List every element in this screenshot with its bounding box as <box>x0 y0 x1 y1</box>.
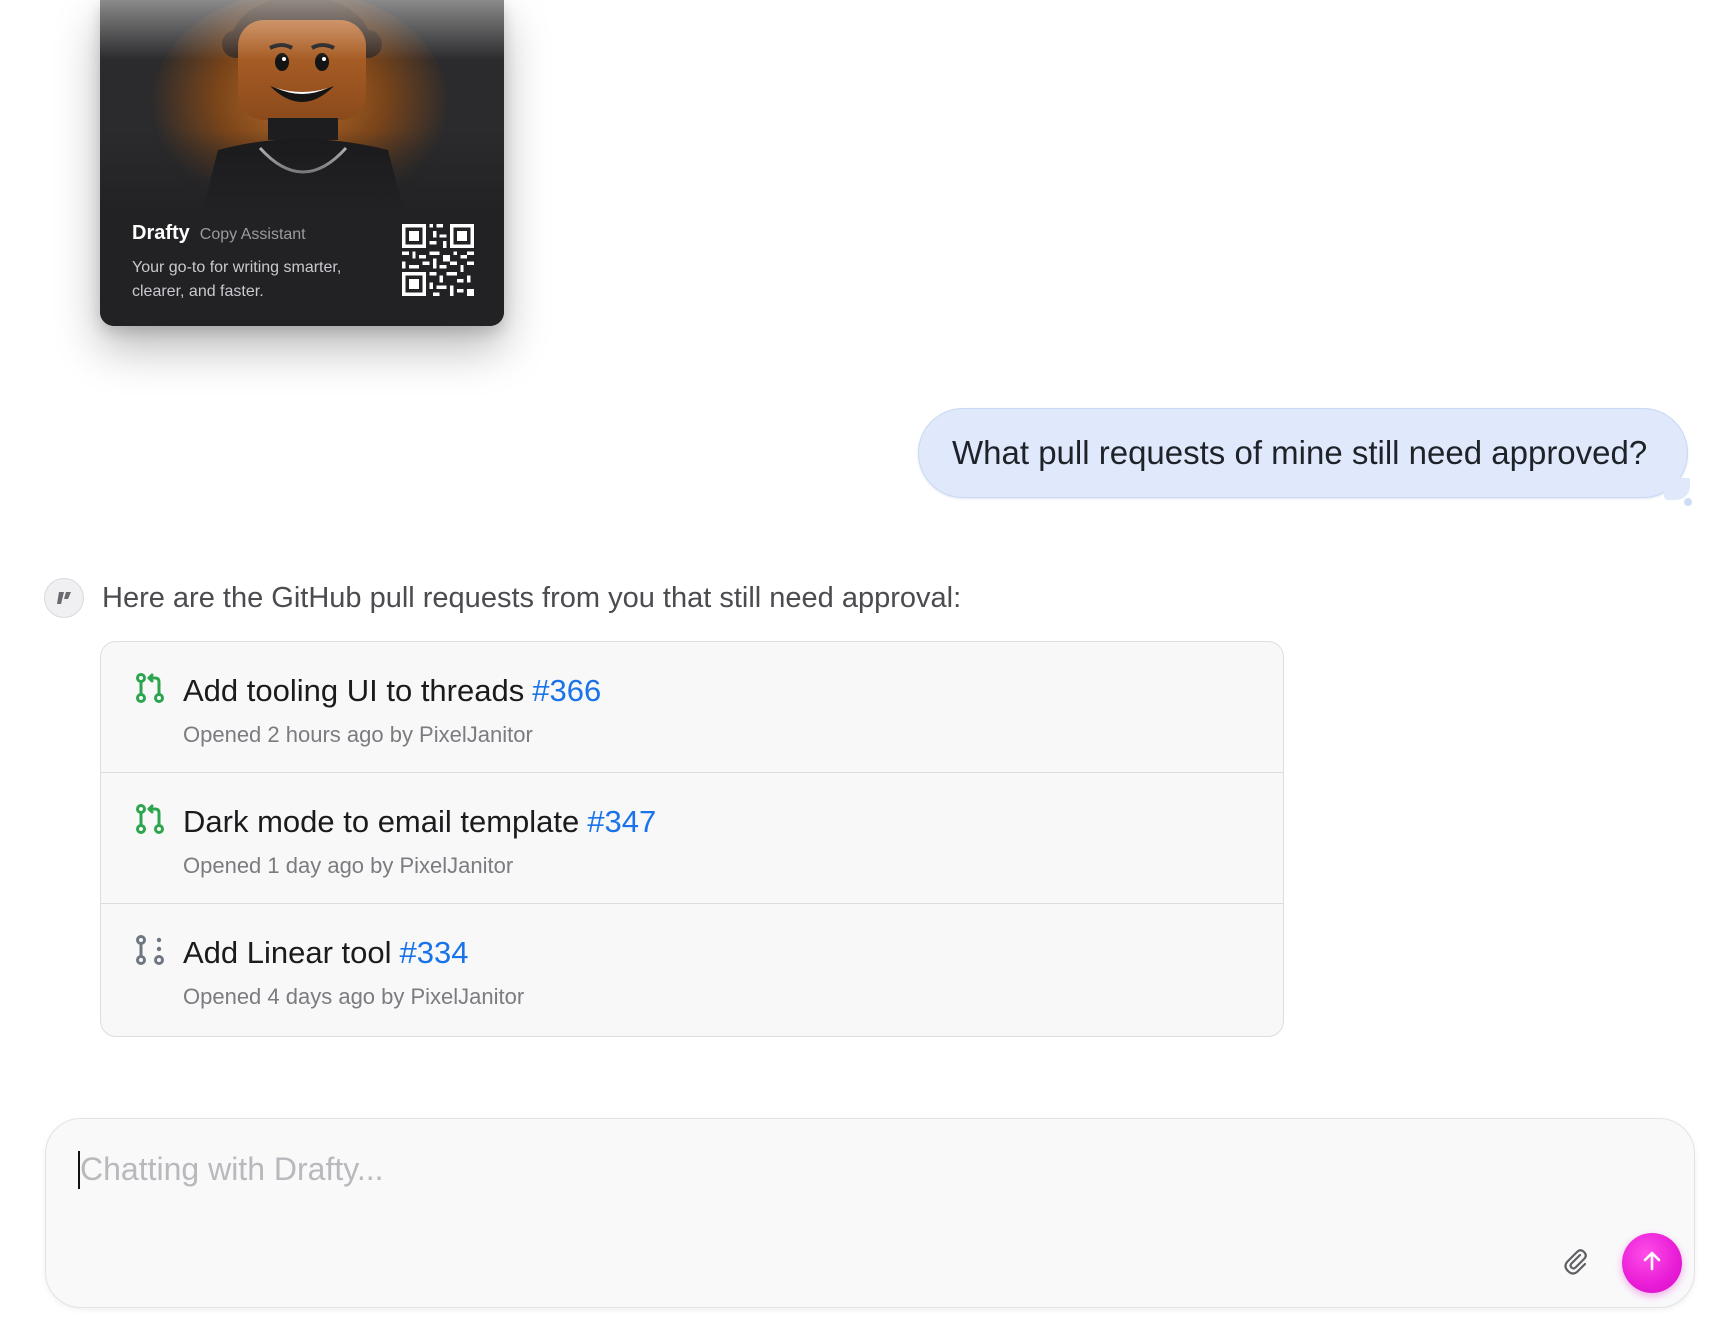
pull-request-number-link[interactable]: #366 <box>532 673 601 708</box>
pull-request-title[interactable]: Dark mode to email template <box>183 804 579 839</box>
message-input[interactable] <box>80 1143 1480 1195</box>
lego-minifigure-avatar <box>100 0 504 220</box>
bubble-tail <box>1664 478 1690 500</box>
agent-name: Drafty <box>132 222 190 244</box>
pull-request-title-row: Add Linear tool #334 <box>183 934 469 972</box>
pull-request-item[interactable]: Add Linear tool #334 Opened 4 days ago by… <box>101 904 1283 1036</box>
agent-description: Your go-to for writing smarter, clearer,… <box>132 259 342 300</box>
pull-request-number-link[interactable]: #347 <box>587 804 656 839</box>
pull-request-meta: Opened 2 hours ago by PixelJanitor <box>183 722 533 747</box>
arrow-up-icon <box>1639 1248 1665 1279</box>
message-composer[interactable] <box>45 1118 1695 1308</box>
agent-role: Copy Assistant <box>199 226 306 243</box>
pull-request-number-link[interactable]: #334 <box>400 935 469 970</box>
pull-request-meta: Opened 1 day ago by PixelJanitor <box>183 853 514 878</box>
drafty-logo-icon <box>44 578 84 618</box>
pull-request-item[interactable]: Dark mode to email template #347 Opened 1… <box>101 773 1283 904</box>
pull-request-title[interactable]: Add tooling UI to threads <box>183 673 524 708</box>
agent-name-row: Drafty Copy Assistant <box>132 222 306 245</box>
attach-button[interactable] <box>1558 1245 1594 1281</box>
pull-request-title-row: Dark mode to email template #347 <box>183 803 656 841</box>
pull-request-meta: Opened 4 days ago by PixelJanitor <box>183 984 525 1009</box>
pull-request-list: Add tooling UI to threads #366 Opened 2 h… <box>100 641 1284 1037</box>
user-message-text: What pull requests of mine still need ap… <box>952 434 1648 471</box>
paperclip-icon <box>1561 1246 1591 1281</box>
git-pull-request-draft-icon <box>135 934 165 966</box>
assistant-intro-text: Here are the GitHub pull requests from y… <box>102 582 962 614</box>
git-pull-request-icon <box>135 803 165 835</box>
pull-request-title[interactable]: Add Linear tool <box>183 935 392 970</box>
bubble-tail-dot <box>1684 498 1692 506</box>
send-button[interactable] <box>1622 1233 1682 1293</box>
agent-card[interactable]: Drafty Copy Assistant Your go-to for wri… <box>100 0 504 326</box>
user-message-bubble: What pull requests of mine still need ap… <box>918 408 1688 498</box>
chat-page: Drafty Copy Assistant Your go-to for wri… <box>0 0 1720 1320</box>
pull-request-item[interactable]: Add tooling UI to threads #366 Opened 2 h… <box>101 642 1283 773</box>
pull-request-title-row: Add tooling UI to threads #366 <box>183 672 601 710</box>
qr-code-icon <box>402 224 474 296</box>
git-pull-request-icon <box>135 672 165 704</box>
